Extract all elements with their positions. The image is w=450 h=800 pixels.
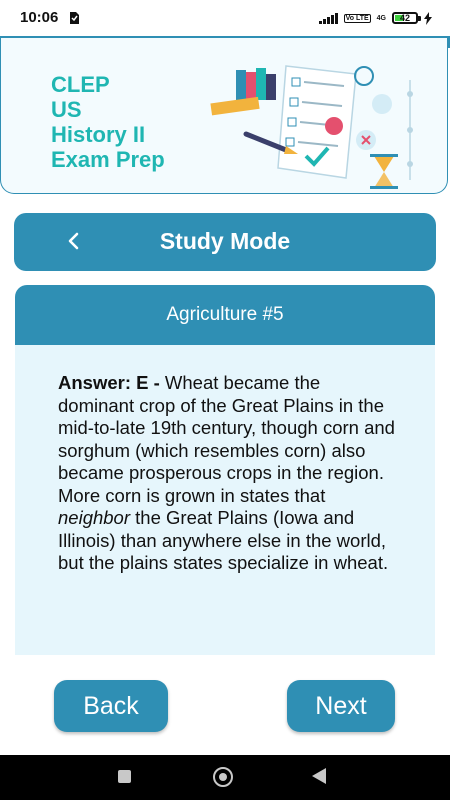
signal-strength-icon [318, 12, 338, 24]
flashcard: Agriculture #5 Answer: E - Wheat became … [15, 285, 435, 655]
header-banner: CLEP US History II Exam Prep [0, 38, 448, 194]
next-button[interactable]: Next [287, 680, 395, 732]
back-triangle-icon[interactable] [312, 768, 326, 784]
volte-badge: Vo LTE [343, 13, 371, 23]
app-title-line: History II [51, 122, 146, 147]
study-mode-bar: Study Mode [14, 213, 436, 271]
card-title: Agriculture #5 [15, 285, 435, 345]
app-title-line: Exam Prep [51, 147, 165, 172]
exam-illustration [210, 65, 413, 189]
home-icon[interactable] [213, 767, 233, 787]
app-title-line: US [51, 97, 82, 122]
answer-emphasis: neighbor [58, 507, 131, 528]
page-title: Study Mode [159, 228, 291, 254]
charging-icon [424, 11, 432, 25]
status-time: 10:06 [20, 9, 59, 26]
answer-text: Answer: E - Wheat became the dominant cr… [58, 372, 398, 575]
battery-icon: 42 [392, 12, 421, 24]
battery-percent: 42 [399, 13, 410, 23]
system-nav-bar [0, 755, 450, 800]
back-button[interactable]: Back [54, 680, 168, 732]
app-title: CLEP US History II Exam Prep [51, 72, 165, 172]
app-title-line: CLEP [51, 72, 110, 97]
notification-icon [70, 12, 79, 24]
network-type-label: 4G [376, 14, 386, 22]
recent-apps-icon[interactable] [118, 770, 131, 783]
status-bar: 10:06 Vo LTE 4G 42 [0, 0, 450, 36]
answer-label: Answer: E - [58, 372, 165, 393]
